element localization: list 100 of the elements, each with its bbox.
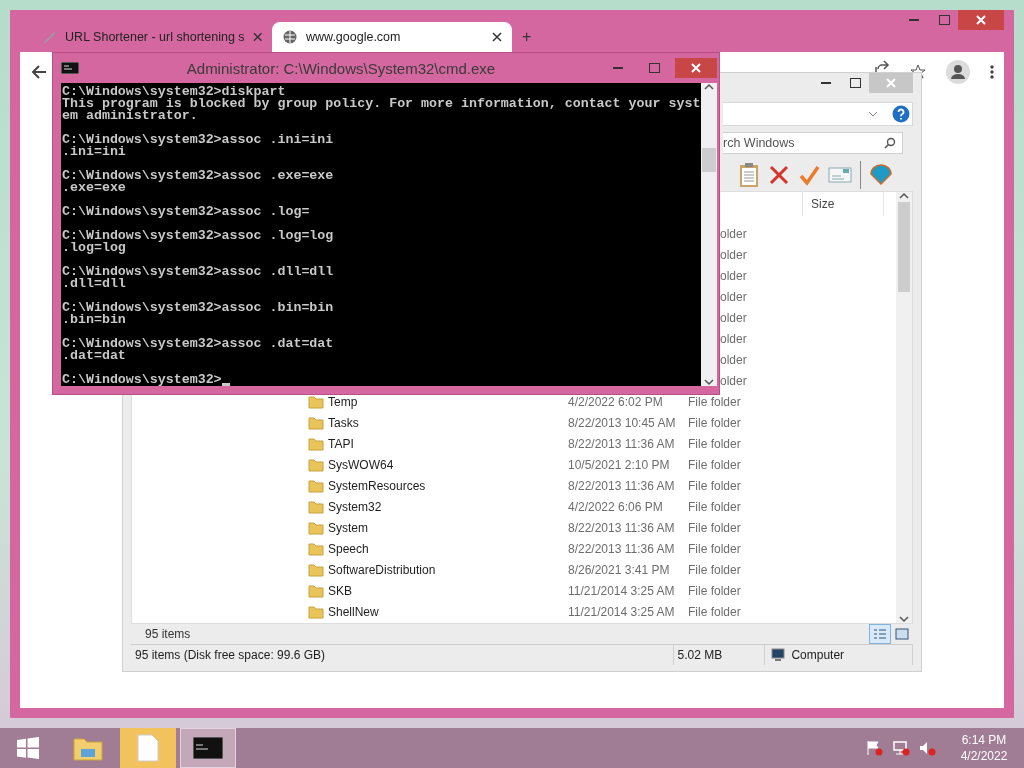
console-line: C:\Windows\system32>assoc .log=log [62, 230, 335, 242]
console-line: .dat=dat [62, 350, 126, 362]
file-date: 8/22/2013 11:36 AM [568, 521, 676, 536]
file-type: older [720, 332, 747, 347]
windows-logo-icon [16, 736, 40, 760]
file-date: 8/22/2013 11:36 AM [568, 437, 676, 452]
status-text: 95 items (Disk free space: 99.6 GB) [135, 647, 326, 662]
taskbar-button[interactable] [180, 728, 236, 768]
minimize-icon [613, 67, 623, 69]
menu-icon[interactable] [990, 64, 994, 80]
console-line: C:\Windows\system32>diskpart [62, 86, 287, 98]
console-line: C:\Windows\system32>assoc .log= [62, 206, 311, 218]
column-header[interactable]: Size [802, 191, 884, 216]
console-icon [193, 737, 223, 759]
folder-icon [308, 521, 324, 536]
console-line: C:\Windows\system32>assoc .dat=dat [62, 338, 335, 350]
envelope-icon[interactable] [828, 166, 852, 184]
clock-time[interactable]: 6:14 PM [961, 732, 1007, 748]
minimize-icon [909, 19, 919, 21]
file-type: older [720, 353, 747, 368]
scroll-thumb[interactable] [898, 201, 910, 292]
console-line: C:\Windows\system32>assoc .ini=ini [62, 134, 335, 146]
file-type: File folder [688, 479, 742, 494]
file-date: 11/21/2014 3:25 AM [568, 584, 676, 599]
scrollbar[interactable] [896, 191, 912, 623]
file-type: File folder [688, 437, 742, 452]
file-name[interactable]: Speech [328, 542, 568, 557]
folder-icon [308, 605, 324, 620]
back-arrow-icon[interactable] [30, 63, 48, 81]
file-name[interactable]: SKB [328, 584, 568, 599]
scroll-thumb[interactable] [702, 147, 716, 172]
file-type: File folder [688, 521, 742, 536]
new-tab-button[interactable]: + [512, 22, 552, 52]
console-line: .bin=bin [62, 314, 126, 326]
share-icon[interactable] [874, 60, 890, 72]
caret-icon [868, 111, 878, 118]
file-date: 8/22/2013 11:36 AM [568, 542, 676, 557]
folder-icon [73, 735, 103, 761]
delete-icon[interactable] [768, 164, 790, 186]
profile-icon[interactable] [946, 60, 970, 84]
console-line: C:\Windows\system32>assoc .bin=bin [62, 302, 335, 314]
console-line: C:\Windows\system32>assoc .dll=dll [62, 266, 335, 278]
console-line: em administrator. [62, 110, 199, 122]
address-bar[interactable] [723, 102, 913, 127]
scrollbar[interactable] [701, 83, 717, 386]
folder-icon [308, 479, 324, 494]
flag-icon [866, 740, 884, 756]
checkmark-icon[interactable] [798, 164, 820, 186]
clock-date[interactable]: 4/2/2022 [960, 748, 1008, 764]
file-type: older [720, 227, 747, 242]
close-icon [976, 15, 986, 25]
file-type: File folder [688, 542, 742, 557]
file-name[interactable]: TAPI [328, 437, 568, 452]
window-title: Administrator: C:\Windows\System32\cmd.exe [185, 59, 497, 77]
scroll-up-icon [704, 83, 714, 91]
details-view-icon [873, 627, 887, 640]
scroll-up-icon [899, 191, 909, 200]
network-icon [892, 740, 910, 756]
folder-icon [308, 542, 324, 557]
file-name[interactable]: Temp [328, 395, 568, 410]
console-line: .dll=dll [62, 278, 126, 290]
file-type: older [720, 374, 747, 389]
file-type: older [720, 248, 747, 263]
tiles-view-icon [895, 627, 909, 640]
file-name[interactable]: SystemResources [328, 479, 568, 494]
shell-icon[interactable] [869, 164, 893, 186]
folder-icon [308, 500, 324, 515]
maximize-icon [648, 63, 660, 73]
close-button[interactable] [958, 10, 1004, 30]
file-type: File folder [688, 563, 742, 578]
file-name[interactable]: SoftwareDistribution [328, 563, 568, 578]
file-name[interactable]: Tasks [328, 416, 568, 431]
view-button[interactable] [869, 623, 891, 644]
file-name[interactable]: System [328, 521, 568, 536]
file-name[interactable]: ShellNew [328, 605, 568, 620]
clipboard-icon[interactable] [738, 162, 760, 188]
close-icon [691, 63, 701, 73]
console-prompt[interactable]: C:\Windows\system32> [62, 374, 701, 386]
close-button[interactable] [675, 58, 717, 78]
volume-muted-icon [918, 740, 936, 756]
file-name[interactable]: SysWOW64 [328, 458, 568, 473]
file-date: 10/5/2021 2:10 PM [568, 458, 671, 473]
browser-tab[interactable]: www.google.com [272, 22, 512, 52]
computer-icon [769, 647, 786, 662]
help-icon[interactable] [892, 105, 910, 124]
close-icon [886, 78, 896, 88]
minimize-icon [821, 82, 831, 84]
file-date: 8/22/2013 10:45 AM [568, 416, 677, 431]
folder-icon [308, 416, 324, 431]
globe-icon [282, 29, 298, 45]
browser-tab[interactable]: URL Shortener - url shortening s [32, 22, 272, 52]
console-line: .log=log [62, 242, 126, 254]
status-location: Computer [791, 647, 845, 662]
document-icon [137, 734, 159, 762]
file-name[interactable]: System32 [328, 500, 568, 515]
file-date: 4/2/2022 6:02 PM [568, 395, 664, 410]
file-type: File folder [688, 500, 742, 515]
search-field[interactable]: rch Windows [723, 131, 903, 154]
close-icon[interactable] [492, 32, 502, 42]
console-line: C:\Windows\system32>assoc .exe=exe [62, 170, 335, 182]
